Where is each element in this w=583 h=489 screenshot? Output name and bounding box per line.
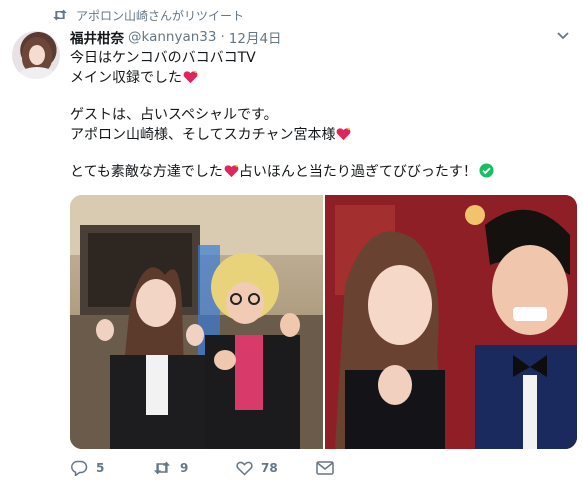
avatar[interactable]	[12, 31, 60, 79]
reply-icon	[71, 460, 88, 476]
envelope-icon	[316, 461, 334, 475]
photo-2[interactable]	[325, 195, 577, 449]
author-name[interactable]: 福井柑奈	[70, 27, 124, 47]
media-grid	[70, 195, 577, 449]
photo-1[interactable]	[70, 195, 323, 449]
tweet-line: メイン収録でした	[70, 68, 570, 88]
tweet-text: 今日はケンコバのバコバコTV メイン収録でした ゲストは、占いスペシャルです。 …	[70, 48, 570, 182]
tweet-line: とても素敵な方達でした 占いほんと当たり過ぎてびびったす！	[70, 162, 570, 182]
tweet-header: 福井柑奈 @kannyan33 · 12月4日	[70, 27, 282, 47]
tweet-timestamp[interactable]: 12月4日	[229, 27, 282, 47]
sparkling-heart-icon	[224, 164, 239, 178]
sparkling-heart-icon	[183, 70, 198, 84]
tweet-line: ゲストは、占いスペシャルです。	[70, 107, 278, 123]
chevron-down-icon[interactable]	[556, 30, 570, 42]
separator-dot: ·	[220, 29, 225, 45]
sparkling-heart-icon	[337, 127, 351, 141]
direct-message-button[interactable]	[316, 461, 334, 475]
check-mark-icon	[479, 163, 494, 178]
tweet[interactable]: アポロン山崎さんがリツイート 福井柑奈 @kannyan33 · 12月4日 今…	[0, 0, 583, 489]
like-button[interactable]: 78	[236, 460, 316, 476]
author-handle[interactable]: @kannyan33	[128, 29, 216, 45]
retweet-button[interactable]: 9	[152, 460, 236, 476]
like-count: 78	[261, 461, 278, 475]
tweet-actions: 5 9 78	[70, 458, 334, 478]
retweet-banner-text: アポロン山崎さんがリツイート	[76, 8, 245, 23]
reply-count: 5	[96, 461, 105, 475]
reply-button[interactable]: 5	[70, 460, 152, 476]
heart-icon	[236, 461, 253, 476]
retweet-icon	[154, 461, 170, 475]
tweet-line: 今日はケンコバのバコバコTV	[70, 50, 256, 66]
retweet-icon	[53, 9, 67, 21]
retweet-count: 9	[180, 461, 189, 475]
tweet-line: アポロン山崎様、そしてスカチャン宮本様	[70, 125, 570, 145]
retweet-banner[interactable]: アポロン山崎さんがリツイート	[52, 6, 244, 24]
